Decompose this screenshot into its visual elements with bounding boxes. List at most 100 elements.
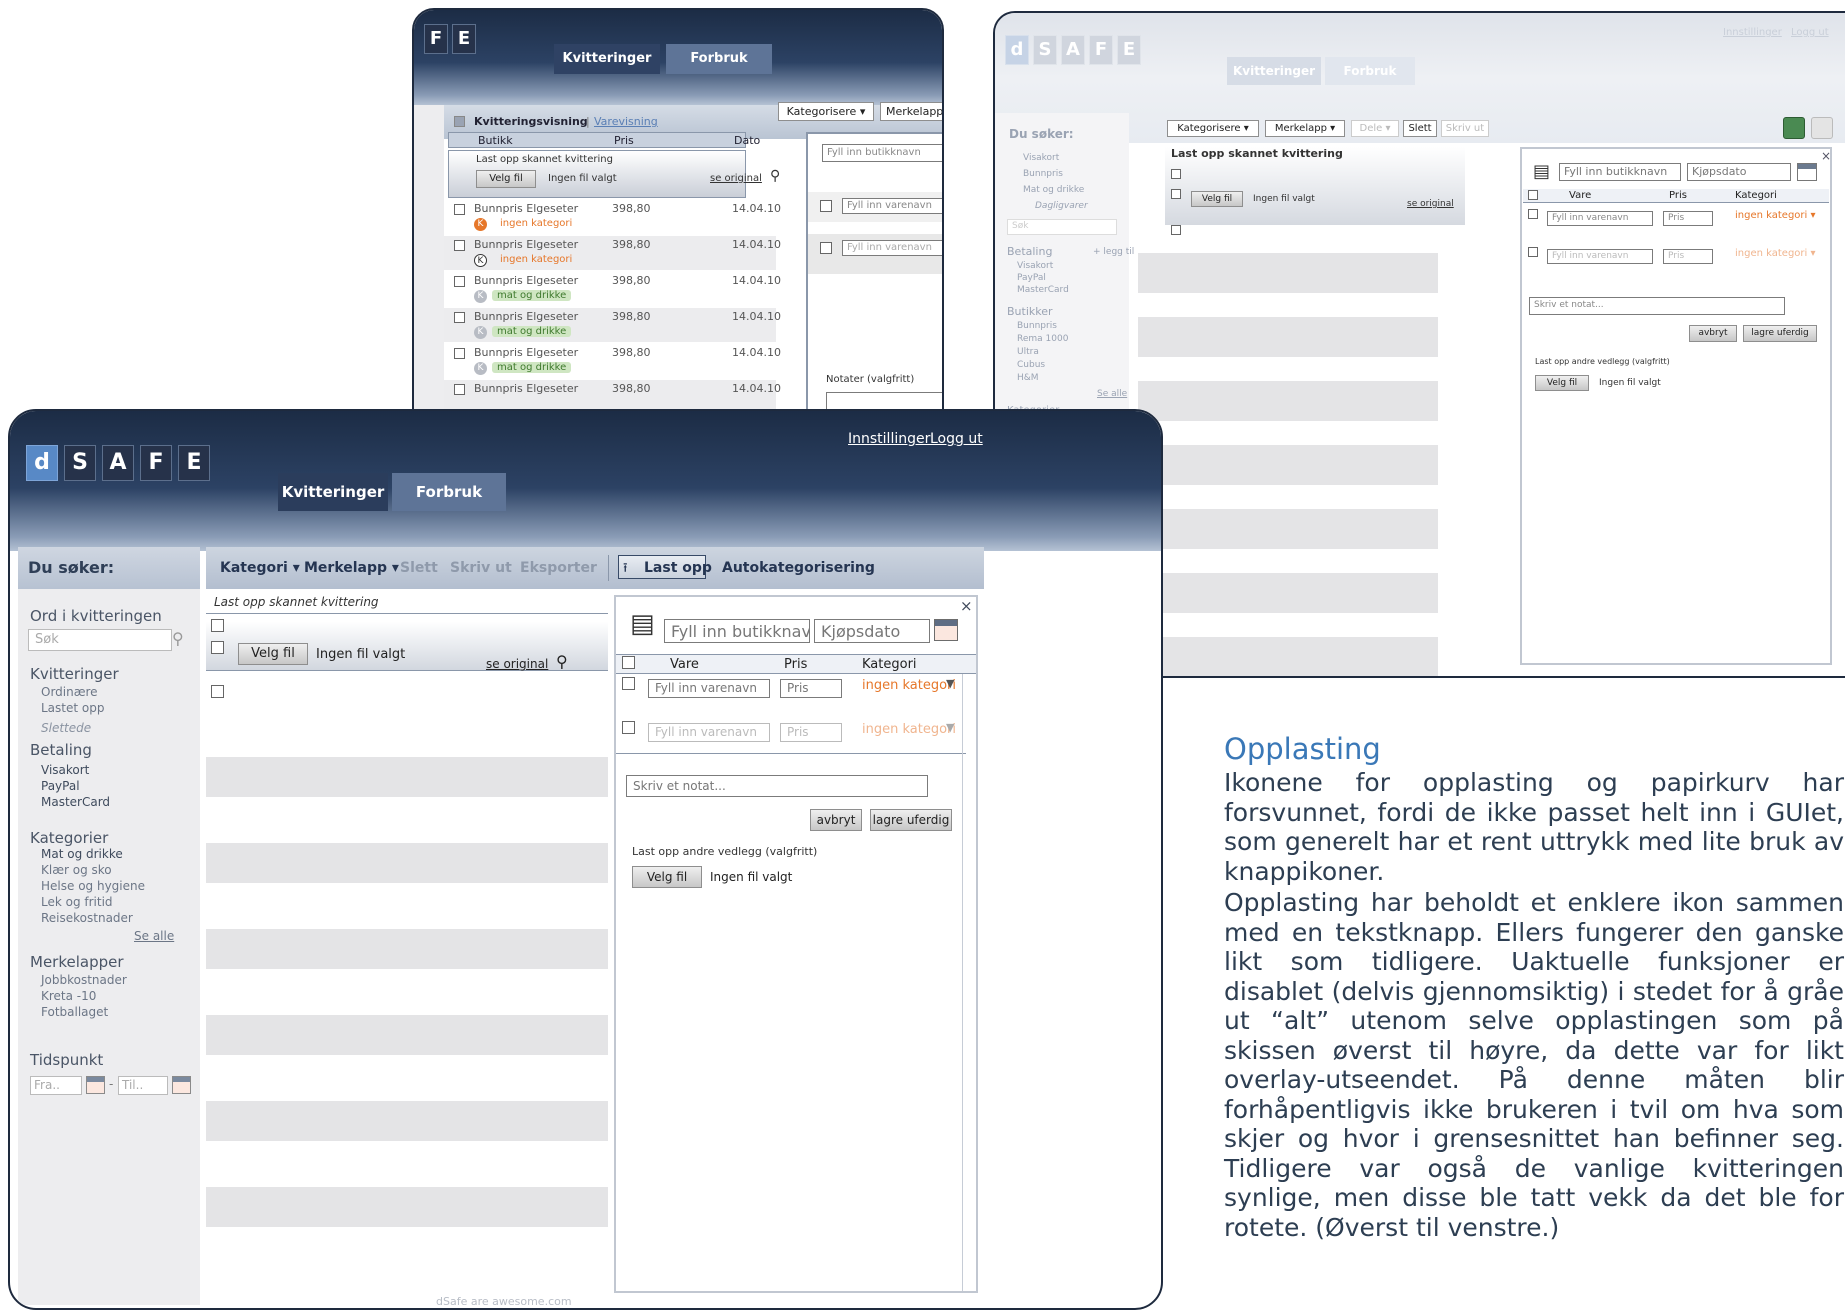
checkbox[interactable] <box>622 656 635 669</box>
export-button[interactable]: Eksporter <box>520 560 597 576</box>
delete-button[interactable]: Slett <box>400 560 438 576</box>
checkbox[interactable] <box>1528 247 1538 257</box>
magnifier-icon[interactable]: ⚲ <box>556 652 568 671</box>
search-icon[interactable]: ⚲ <box>172 629 184 648</box>
share-button[interactable]: Dele ▾ <box>1351 120 1399 137</box>
store-item[interactable]: Bunnpris <box>1017 321 1057 331</box>
see-original-link[interactable]: se original <box>1407 199 1454 209</box>
checkbox[interactable] <box>211 619 224 632</box>
see-all-link[interactable]: Se alle <box>134 929 174 943</box>
category-icon[interactable]: K <box>474 290 487 303</box>
close-icon[interactable]: × <box>960 597 973 615</box>
category-dropdown[interactable]: ingen kategori ▾ <box>1735 210 1816 221</box>
payment-filter-item[interactable]: Visakort <box>41 763 89 777</box>
choose-file-button[interactable]: Velg fil <box>632 866 702 888</box>
checkbox[interactable] <box>454 240 465 251</box>
choose-file-button[interactable]: Velg fil <box>1191 191 1243 207</box>
date-to-input[interactable]: Til.. <box>118 1076 168 1095</box>
tag-filter-item[interactable]: Jobbkostnader <box>41 973 127 987</box>
payment-item[interactable]: PayPal <box>1017 273 1046 283</box>
category-filter-item[interactable]: Mat og drikke <box>41 847 123 861</box>
checkbox[interactable] <box>454 204 465 215</box>
print-button[interactable]: Skriv ut <box>1441 120 1489 137</box>
price-input[interactable]: Pris <box>1663 249 1713 264</box>
receipts-filter-item[interactable]: Ordinære <box>41 685 98 699</box>
category-filter-item[interactable]: Reisekostnader <box>41 911 133 925</box>
tab-receipts[interactable]: Kvitteringer <box>554 44 660 74</box>
category-chip[interactable]: mat og drikke <box>492 326 572 337</box>
item-name-input[interactable]: Fyll inn varenavn <box>1547 249 1653 264</box>
tab-usage[interactable]: Forbruk <box>666 44 772 74</box>
search-input[interactable]: Søk <box>28 629 172 651</box>
price-input[interactable]: Pris <box>780 723 842 742</box>
chevron-down-icon[interactable]: ▼ <box>946 721 954 734</box>
category-chip[interactable]: mat og drikke <box>492 362 572 373</box>
panel-scrollbar[interactable] <box>962 674 963 1291</box>
tag-button[interactable]: Merkelapp ▾ <box>1265 120 1345 137</box>
filter-chip[interactable]: Mat og drikke <box>1011 185 1084 195</box>
price-input[interactable]: Pris <box>1663 211 1713 226</box>
delete-button[interactable]: Slett <box>1403 120 1437 137</box>
checkbox[interactable] <box>622 677 635 690</box>
tab-receipts[interactable]: Kvitteringer <box>278 473 388 511</box>
filter-chip[interactable]: Dagligvarer <box>1023 201 1088 211</box>
checkbox[interactable] <box>1171 169 1181 179</box>
category-filter-item[interactable]: Helse og hygiene <box>41 879 145 893</box>
see-all-link[interactable]: Se alle <box>1097 389 1127 399</box>
checkbox[interactable] <box>454 312 465 323</box>
filter-chip[interactable]: Visakort <box>1011 153 1059 163</box>
checkbox[interactable] <box>454 116 465 127</box>
calendar-icon[interactable] <box>86 1076 105 1094</box>
category-icon[interactable]: K <box>474 362 487 375</box>
checkbox[interactable] <box>211 685 224 698</box>
logout-link[interactable]: Logg ut <box>930 431 983 447</box>
checkbox[interactable] <box>454 348 465 359</box>
category-chip[interactable]: ingen kategori <box>500 254 572 265</box>
receipts-filter-item[interactable]: Lastet opp <box>41 701 104 715</box>
filter-chip[interactable]: Bunnpris <box>1011 169 1063 179</box>
item-name-input[interactable]: Fyll inn varenavn <box>1547 211 1653 226</box>
checkbox[interactable] <box>211 641 224 654</box>
store-name-input[interactable]: Fyll inn butikknavn <box>1559 163 1681 181</box>
settings-link[interactable]: Innstillinger <box>848 431 930 447</box>
tag-button[interactable]: Merkelapp <box>880 102 942 121</box>
print-button[interactable]: Skriv ut <box>450 560 512 576</box>
item-name-input[interactable]: Fyll inn varenavn <box>842 240 942 256</box>
purchase-date-input[interactable]: Kjøpsdato <box>814 619 930 643</box>
categorize-button[interactable]: Kategorisere ▾ <box>1167 120 1259 137</box>
store-item[interactable]: H&M <box>1017 373 1039 383</box>
see-original-link[interactable]: se original <box>710 173 762 184</box>
category-icon[interactable]: K <box>474 218 487 231</box>
choose-file-button[interactable]: Velg fil <box>238 643 308 665</box>
checkbox[interactable] <box>1171 189 1181 199</box>
tab-receipts[interactable]: Kvitteringer <box>1227 57 1321 85</box>
store-item[interactable]: Ultra <box>1017 347 1039 357</box>
checkbox[interactable] <box>1528 209 1538 219</box>
see-original-link[interactable]: se original <box>486 657 548 671</box>
payment-filter-item[interactable]: MasterCard <box>41 795 110 809</box>
note-input[interactable]: Skriv et notat... <box>626 775 928 797</box>
receipt-view-label[interactable]: Kvitteringsvisning <box>474 115 588 128</box>
checkbox[interactable] <box>1171 225 1181 235</box>
add-to-link[interactable]: + legg til <box>1093 247 1134 257</box>
category-icon[interactable]: K <box>474 254 487 267</box>
checkbox[interactable] <box>820 242 832 254</box>
cancel-button[interactable]: avbryt <box>810 809 862 831</box>
date-from-input[interactable]: Fra.. <box>30 1076 82 1095</box>
choose-file-button[interactable]: Velg fil <box>476 170 536 188</box>
calendar-icon[interactable] <box>1797 163 1817 181</box>
calendar-icon[interactable] <box>934 619 958 641</box>
price-input[interactable]: Pris <box>780 679 842 698</box>
search-input[interactable]: Søk <box>1007 219 1117 235</box>
category-filter-item[interactable]: Klær og sko <box>41 863 112 877</box>
checkbox[interactable] <box>820 200 832 212</box>
payment-item[interactable]: MasterCard <box>1017 285 1069 295</box>
calendar-icon[interactable] <box>172 1076 191 1094</box>
autocategorize-button[interactable]: Autokategorisering <box>722 560 875 576</box>
note-input[interactable]: Skriv et notat... <box>1529 297 1785 315</box>
item-view-link[interactable]: Varevisning <box>594 115 658 128</box>
save-draft-button[interactable]: lagre uferdig <box>870 809 952 831</box>
category-dropdown[interactable]: ingen kategori <box>862 678 956 693</box>
payment-filter-item[interactable]: PayPal <box>41 779 80 793</box>
item-name-input[interactable]: Fyll inn varenavn <box>648 679 770 698</box>
